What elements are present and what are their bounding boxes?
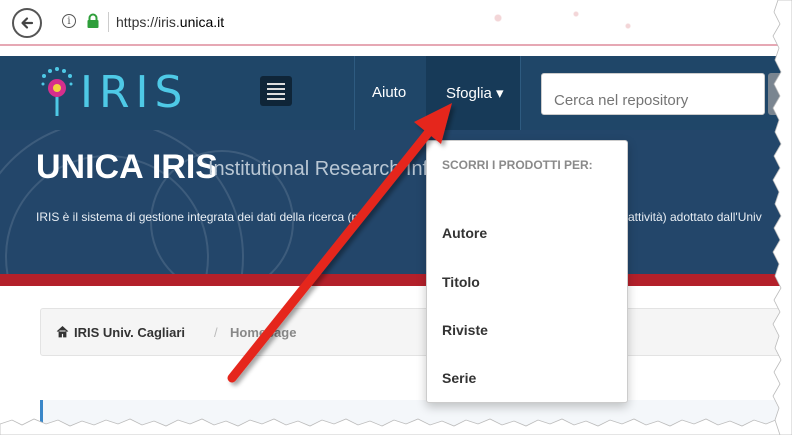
torn-edge-bottom xyxy=(0,418,792,435)
banner-title: UNICA IRIS xyxy=(36,148,218,186)
back-button[interactable] xyxy=(12,8,42,38)
breadcrumb-current: Homepage xyxy=(230,325,297,340)
url-domain: unica.it xyxy=(179,14,225,30)
banner-description-tail: attività) adottato dall'Univ xyxy=(628,210,762,224)
breadcrumb-separator: / xyxy=(214,325,218,340)
nav-divider xyxy=(354,56,355,130)
url-prefix: https://iris. xyxy=(116,14,180,30)
background-splatter xyxy=(420,2,680,42)
banner-description: IRIS è il sistema di gestione integrata … xyxy=(36,210,359,224)
info-icon[interactable]: i xyxy=(62,14,76,28)
url-bar-border xyxy=(0,44,792,46)
iris-flower-icon xyxy=(41,67,73,116)
lock-icon[interactable] xyxy=(86,13,100,29)
logo-text: IRIS xyxy=(80,66,189,118)
home-icon xyxy=(56,325,69,338)
hamburger-icon[interactable] xyxy=(260,76,292,106)
dropdown-item-riviste[interactable]: Riviste xyxy=(442,322,488,338)
torn-edge-right xyxy=(772,0,792,435)
nav-item-aiuto[interactable]: Aiuto xyxy=(372,84,406,101)
url-divider xyxy=(108,12,109,32)
search-input[interactable] xyxy=(541,73,765,115)
iris-logo[interactable]: IRIS xyxy=(40,62,188,122)
dropdown-item-serie[interactable]: Serie xyxy=(442,370,476,386)
nav-item-sfoglia[interactable]: Sfoglia ▾ xyxy=(446,84,504,102)
banner-red-band xyxy=(0,274,792,286)
dropdown-header: SCORRI I PRODOTTI PER: xyxy=(442,158,593,172)
dropdown-item-autore[interactable]: Autore xyxy=(442,225,487,241)
sfoglia-dropdown-menu xyxy=(426,140,628,403)
banner-subtitle: Institutional Research Inf xyxy=(208,158,429,180)
address-field[interactable]: https://iris.unica.it xyxy=(116,14,224,30)
breadcrumb-home-link[interactable]: IRIS Univ. Cagliari xyxy=(74,325,185,340)
back-arrow-icon xyxy=(21,17,34,29)
nav-divider xyxy=(520,56,521,130)
dropdown-item-titolo[interactable]: Titolo xyxy=(442,274,480,290)
